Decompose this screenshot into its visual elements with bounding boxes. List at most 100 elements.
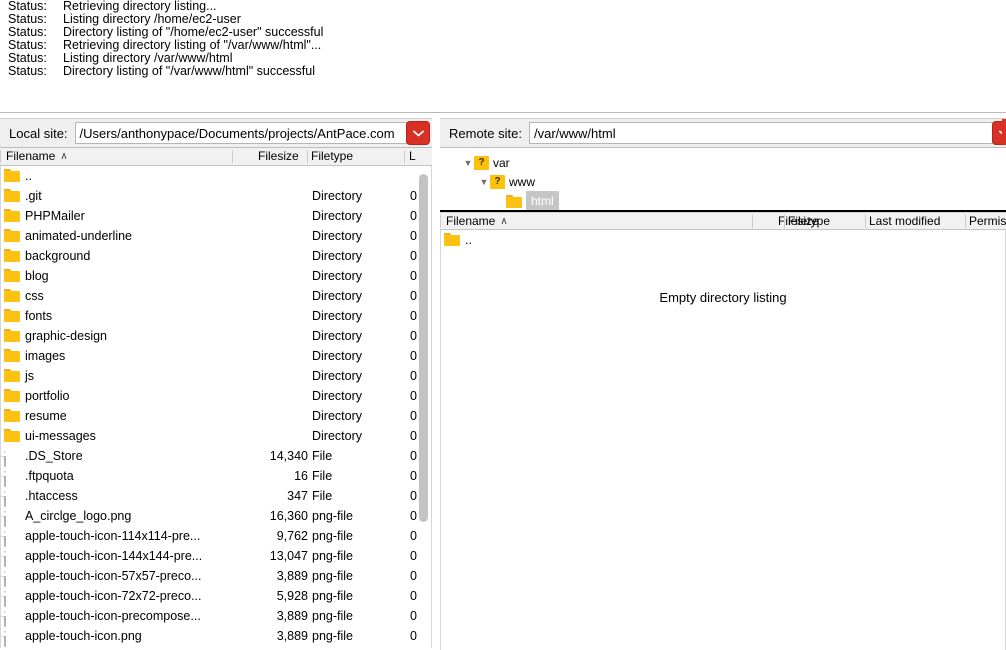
remote-tree-node[interactable]: ▼? www bbox=[478, 173, 535, 191]
local-scrollbar-thumb[interactable] bbox=[419, 174, 428, 522]
remote-dropdown-edge bbox=[1002, 119, 1006, 145]
row-lastmodified: 0 bbox=[410, 609, 417, 623]
row-filename: apple-touch-icon-57x57-preco... bbox=[25, 569, 202, 583]
row-filename: .htaccess bbox=[25, 489, 78, 503]
table-row[interactable]: apple-touch-icon-114x114-pre... 9,762 png-… bbox=[1, 526, 431, 547]
row-filesize: 16 bbox=[294, 469, 308, 483]
row-filename: PHPMailer bbox=[25, 209, 85, 223]
table-row[interactable]: .DS_Store 14,340 File 0 bbox=[1, 446, 431, 467]
row-filename: graphic-design bbox=[25, 329, 107, 343]
row-filetype: Directory bbox=[312, 389, 363, 403]
table-row[interactable]: background Directory 0 bbox=[1, 246, 431, 266]
empty-directory-message: Empty directory listing bbox=[659, 290, 787, 305]
row-filename: .. bbox=[25, 169, 32, 183]
file-icon bbox=[4, 511, 6, 527]
local-scrollbar[interactable] bbox=[417, 166, 430, 648]
row-filesize: 3,889 bbox=[276, 609, 308, 623]
table-row[interactable]: .git Directory 0 bbox=[1, 186, 431, 206]
row-filetype: png-file bbox=[312, 589, 353, 603]
file-icon bbox=[4, 531, 6, 547]
tree-expander-icon[interactable]: ▼ bbox=[478, 173, 490, 191]
table-row[interactable]: apple-touch-icon-144x144-pre... 13,047 png… bbox=[1, 546, 431, 567]
remote-site-input[interactable]: /var/www/html bbox=[528, 122, 993, 144]
row-lastmodified: 0 bbox=[410, 509, 417, 523]
row-filetype: Directory bbox=[312, 429, 363, 443]
table-row[interactable]: fonts Directory 0 bbox=[1, 306, 431, 326]
local-col-filesize[interactable]: Filesize bbox=[258, 148, 299, 165]
row-filename: .. bbox=[465, 233, 472, 247]
chevron-down-icon bbox=[412, 130, 424, 136]
row-lastmodified: 0 bbox=[410, 529, 417, 543]
table-row[interactable]: apple-touch-icon.png 3,889 png-file 0 bbox=[1, 626, 431, 648]
tree-expander-icon[interactable]: ▼ bbox=[462, 154, 474, 172]
remote-col-lastmodified[interactable]: Last modified bbox=[869, 213, 940, 229]
row-filename: images bbox=[25, 349, 66, 363]
local-col-lastmodified[interactable]: L bbox=[409, 148, 416, 165]
table-row[interactable]: resume Directory 0 bbox=[1, 406, 431, 426]
file-icon bbox=[4, 471, 6, 487]
row-lastmodified: 0 bbox=[410, 309, 417, 323]
table-row[interactable]: js Directory 0 bbox=[1, 366, 431, 386]
remote-directory-tree[interactable]: ▼? var ▼? www html bbox=[440, 148, 1006, 212]
row-filetype: png-file bbox=[312, 569, 353, 583]
row-lastmodified: 0 bbox=[410, 409, 417, 423]
row-filename: fonts bbox=[25, 309, 53, 323]
status-log-panel[interactable]: Status: Retrieving directory listing... St… bbox=[0, 0, 1006, 113]
row-filetype: png-file bbox=[312, 629, 353, 643]
remote-tree-node[interactable]: html bbox=[494, 190, 559, 210]
local-col-filetype[interactable]: Filetype bbox=[311, 148, 353, 165]
pane-divider[interactable] bbox=[432, 118, 440, 650]
row-filetype: Directory bbox=[312, 209, 363, 223]
row-lastmodified: 0 bbox=[410, 589, 417, 603]
table-row[interactable]: blog Directory 0 bbox=[1, 266, 431, 286]
row-lastmodified: 0 bbox=[410, 549, 417, 563]
table-row[interactable]: portfolio Directory 0 bbox=[1, 386, 431, 406]
row-filesize: 14,340 bbox=[269, 449, 308, 463]
filezilla-window: Status: Retrieving directory listing... St… bbox=[0, 0, 1006, 650]
table-row[interactable]: apple-touch-icon-57x57-preco... 3,889 png-… bbox=[1, 566, 431, 587]
table-row[interactable]: css Directory 0 bbox=[1, 286, 431, 306]
table-row[interactable]: images Directory 0 bbox=[1, 346, 431, 366]
row-filetype: Directory bbox=[312, 229, 363, 243]
remote-col-permissions[interactable]: Permis bbox=[969, 213, 1006, 229]
status-log-entry: Status: Directory listing of "/var/www/ht… bbox=[0, 65, 1006, 78]
local-site-input[interactable]: /Users/anthonypace/Documents/projects/An… bbox=[74, 122, 407, 144]
row-filename: background bbox=[25, 249, 91, 263]
local-site-dropdown-button[interactable] bbox=[406, 121, 430, 145]
sort-ascending-icon: ∧ bbox=[500, 216, 508, 227]
table-row[interactable]: apple-touch-icon-72x72-preco... 5,928 png-… bbox=[1, 586, 431, 607]
row-filetype: Directory bbox=[312, 289, 363, 303]
row-filesize: 5,928 bbox=[276, 589, 308, 603]
table-row[interactable]: .. bbox=[441, 230, 1005, 250]
row-icon bbox=[4, 629, 6, 648]
table-row[interactable]: .. bbox=[1, 166, 431, 186]
status-entry-label: Status: bbox=[8, 64, 47, 78]
remote-tree-node[interactable]: ▼? var bbox=[462, 154, 510, 172]
table-row[interactable]: .htaccess 347 File 0 bbox=[1, 486, 431, 507]
file-icon bbox=[4, 451, 6, 467]
remote-file-list[interactable]: .. Empty directory listing bbox=[440, 230, 1006, 650]
row-filetype: Directory bbox=[312, 189, 363, 203]
table-row[interactable]: .ftpquota 16 File 0 bbox=[1, 466, 431, 487]
row-lastmodified: 0 bbox=[410, 189, 417, 203]
remote-column-headers: Filename ∧ Filesize Filetype Last modifie… bbox=[440, 212, 1006, 230]
row-filename: .ftpquota bbox=[25, 469, 74, 483]
tree-node-label: html bbox=[526, 190, 559, 210]
table-row[interactable]: graphic-design Directory 0 bbox=[1, 326, 431, 346]
remote-col-filetype[interactable]: Filetype bbox=[788, 213, 830, 229]
file-icon bbox=[4, 551, 6, 567]
table-row[interactable]: PHPMailer Directory 0 bbox=[1, 206, 431, 226]
row-filetype: File bbox=[312, 449, 333, 463]
local-file-list[interactable]: .. .git Directory 0 PHPMailer Directory 0 anima… bbox=[0, 166, 432, 648]
table-row[interactable]: A_circlge_logo.png 16,360 png-file 0 bbox=[1, 506, 431, 527]
table-row[interactable]: apple-touch-icon-precompose... 3,889 png-f… bbox=[1, 606, 431, 627]
row-filename: apple-touch-icon-precompose... bbox=[25, 609, 201, 623]
table-row[interactable]: ui-messages Directory 0 bbox=[1, 426, 431, 446]
row-filename: apple-touch-icon-114x114-pre... bbox=[25, 529, 201, 543]
row-filetype: Directory bbox=[312, 369, 363, 383]
local-col-filename[interactable]: Filename ∧ bbox=[6, 148, 68, 165]
unknown-permission-folder-icon: ? bbox=[474, 156, 489, 170]
table-row[interactable]: animated-underline Directory 0 bbox=[1, 226, 431, 246]
remote-col-filename[interactable]: Filename ∧ bbox=[446, 213, 508, 229]
status-log-rows: Status: Retrieving directory listing... St… bbox=[0, 0, 1006, 78]
